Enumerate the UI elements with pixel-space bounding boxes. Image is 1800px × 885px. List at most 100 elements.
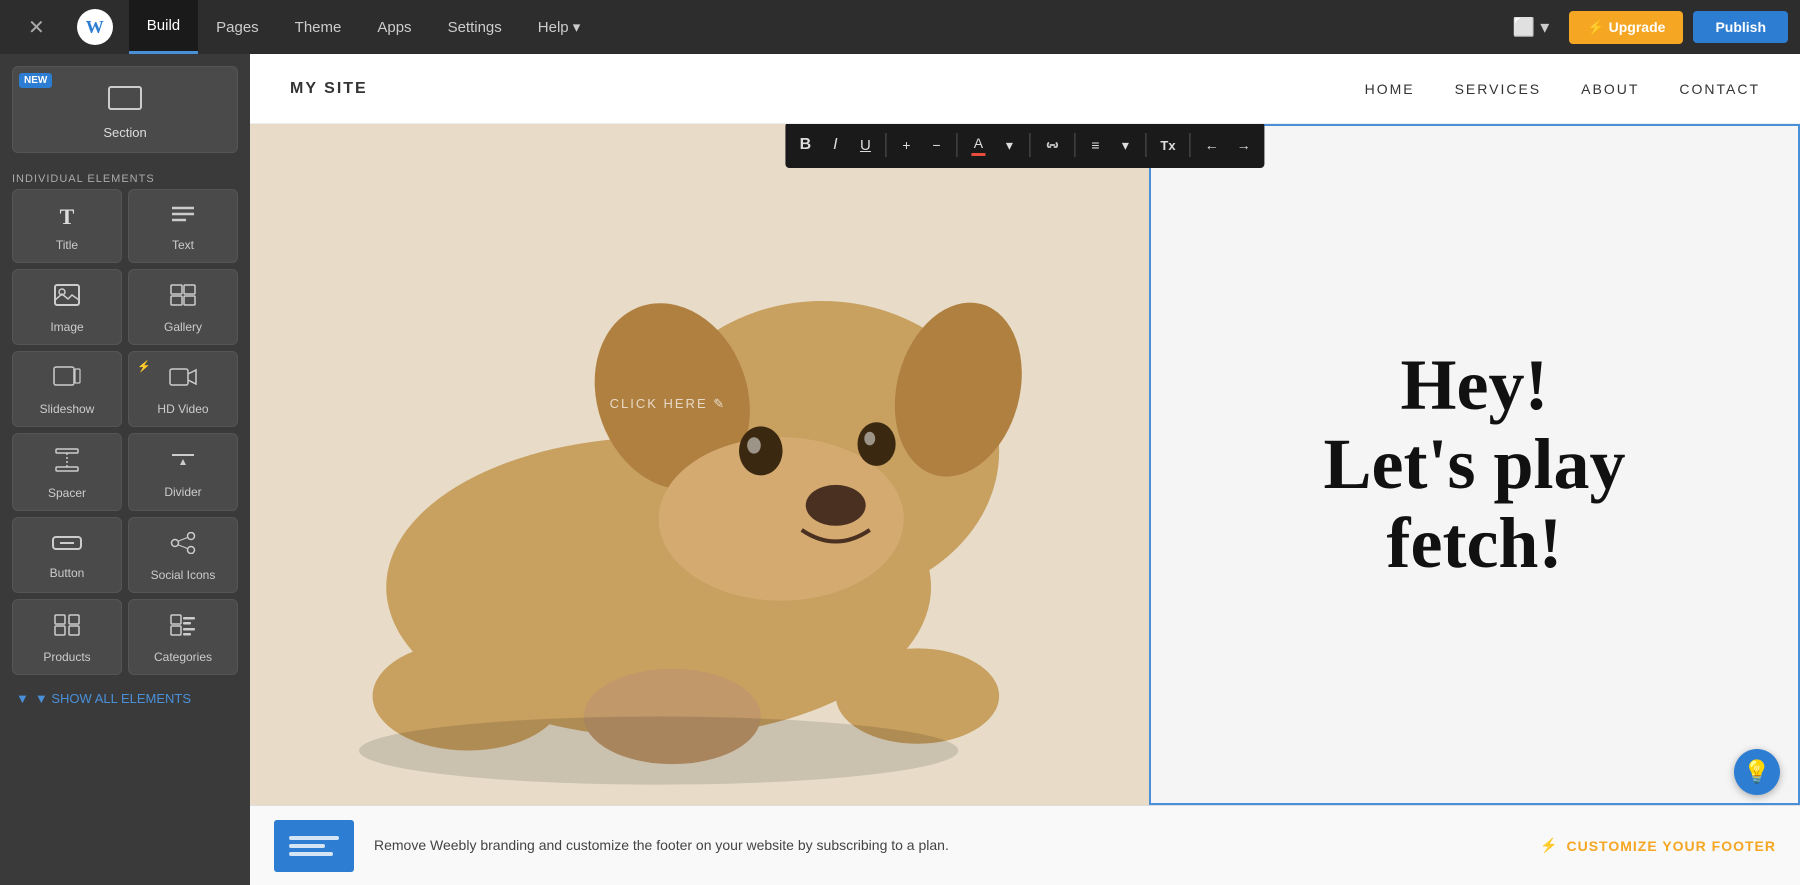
nav-build[interactable]: Build [129, 0, 198, 54]
canvas-wrapper: MY SITE HOME SERVICES ABOUT CONTACT B I … [250, 54, 1800, 885]
underline-button[interactable]: U [851, 129, 879, 161]
customize-lightning-icon: ⚡ [1540, 837, 1558, 854]
elements-grid: T Title Text [0, 189, 250, 683]
nav-home[interactable]: HOME [1365, 81, 1415, 97]
text-label: Text [172, 238, 194, 252]
categories-label: Categories [154, 650, 212, 664]
nav-pages[interactable]: Pages [198, 0, 277, 54]
undo-button[interactable]: ← [1197, 129, 1227, 161]
align-button[interactable]: ≡ [1081, 129, 1109, 161]
spacer-label: Spacer [48, 486, 86, 500]
sidebar-item-spacer[interactable]: Spacer [12, 433, 122, 511]
puppy-svg [250, 124, 1149, 805]
section-element[interactable]: NEW Section [12, 66, 238, 153]
italic-button[interactable]: I [821, 129, 849, 161]
nav-about[interactable]: ABOUT [1581, 81, 1639, 97]
link-button[interactable] [1036, 129, 1068, 161]
hero-image[interactable]: CLICK HERE ✎ [250, 124, 1149, 805]
sidebar-item-slideshow[interactable]: Slideshow [12, 351, 122, 427]
footer-preview-lines [289, 836, 339, 856]
color-dropdown-button[interactable]: ▾ [995, 129, 1023, 161]
socialicons-label: Social Icons [151, 568, 216, 582]
button-label: Button [50, 566, 85, 580]
products-icon [54, 614, 80, 642]
nav-apps[interactable]: Apps [359, 0, 429, 54]
hero-section[interactable]: B I U + − A ▾ [250, 124, 1800, 805]
sidebar: NEW Section INDIVIDUAL ELEMENTS T Title [0, 54, 250, 885]
sidebar-item-button[interactable]: Button [12, 517, 122, 593]
align-dropdown-button[interactable]: ▾ [1111, 129, 1139, 161]
site-nav: HOME SERVICES ABOUT CONTACT [1365, 81, 1760, 97]
bold-button[interactable]: B [791, 129, 819, 161]
section-label: Section [103, 125, 146, 140]
logo-icon: W [77, 9, 113, 45]
new-badge: NEW [19, 73, 52, 88]
color-letter: A [974, 135, 983, 151]
title-icon: T [60, 204, 75, 230]
toolbar-separator-3 [1029, 133, 1030, 157]
gallery-icon [170, 284, 196, 312]
close-button[interactable]: ✕ [12, 15, 61, 40]
title-label: Title [56, 238, 78, 252]
show-all-label: ▼ SHOW ALL ELEMENTS [35, 691, 191, 706]
sidebar-item-products[interactable]: Products [12, 599, 122, 675]
device-selector[interactable]: ⬜ ▾ [1503, 17, 1559, 38]
text-icon [170, 204, 196, 230]
sidebar-item-divider[interactable]: Divider [128, 433, 238, 511]
color-indicator [971, 153, 985, 156]
toolbar-separator-4 [1074, 133, 1075, 157]
products-label: Products [43, 650, 90, 664]
preview-line-2 [289, 844, 325, 848]
slideshow-label: Slideshow [40, 402, 95, 416]
categories-icon [170, 614, 196, 642]
help-icon: 💡 [1743, 759, 1770, 785]
hero-text-panel[interactable]: Hey!Let's playfetch! [1149, 124, 1800, 805]
footer-description: Remove Weebly branding and customize the… [374, 835, 1520, 856]
preview-line-1 [289, 836, 339, 840]
nav-settings[interactable]: Settings [430, 0, 520, 54]
decrease-size-button[interactable]: − [922, 129, 950, 161]
upgrade-button[interactable]: ⚡ Upgrade [1569, 11, 1683, 44]
publish-button[interactable]: Publish [1693, 11, 1788, 43]
nav-help[interactable]: Help ▾ [520, 0, 599, 54]
hero-heading: Hey!Let's playfetch! [1323, 346, 1625, 584]
elements-group-label: INDIVIDUAL ELEMENTS [0, 165, 250, 189]
sidebar-item-hdvideo[interactable]: ⚡ HD Video [128, 351, 238, 427]
sidebar-item-categories[interactable]: Categories [128, 599, 238, 675]
nav-theme[interactable]: Theme [277, 0, 360, 54]
format-toolbar: B I U + − A ▾ [785, 124, 1264, 168]
color-btn-inner: A [971, 135, 985, 156]
redo-button[interactable]: → [1229, 129, 1259, 161]
show-all-elements-button[interactable]: ▼ ▼ SHOW ALL ELEMENTS [0, 683, 250, 722]
show-all-chevron-icon: ▼ [16, 691, 29, 706]
nav-contact[interactable]: CONTACT [1679, 81, 1760, 97]
gallery-label: Gallery [164, 320, 202, 334]
top-navigation: ✕ W Build Pages Theme Apps Settings Help… [0, 0, 1800, 54]
hdvideo-icon [169, 366, 197, 394]
color-button[interactable]: A [963, 129, 993, 161]
canvas-area: MY SITE HOME SERVICES ABOUT CONTACT B I … [250, 54, 1800, 885]
toolbar-separator-2 [956, 133, 957, 157]
divider-label: Divider [164, 485, 201, 499]
help-fab-button[interactable]: 💡 [1734, 749, 1780, 795]
main-layout: NEW Section INDIVIDUAL ELEMENTS T Title [0, 54, 1800, 885]
button-icon [52, 534, 82, 558]
sidebar-item-image[interactable]: Image [12, 269, 122, 345]
customize-footer-button[interactable]: ⚡ CUSTOMIZE YOUR FOOTER [1540, 837, 1776, 854]
nav-services[interactable]: SERVICES [1455, 81, 1542, 97]
tx-button[interactable]: Tx [1152, 129, 1183, 161]
image-icon [54, 284, 80, 312]
sidebar-item-text[interactable]: Text [128, 189, 238, 263]
toolbar-separator-1 [885, 133, 886, 157]
sidebar-item-gallery[interactable]: Gallery [128, 269, 238, 345]
hdvideo-label: HD Video [157, 402, 208, 416]
sidebar-item-socialicons[interactable]: Social Icons [128, 517, 238, 593]
sidebar-item-title[interactable]: T Title [12, 189, 122, 263]
increase-size-button[interactable]: + [892, 129, 920, 161]
slideshow-icon [53, 366, 81, 394]
top-nav-right: ⬜ ▾ ⚡ Upgrade Publish [1503, 11, 1788, 44]
hero-text-content: Hey!Let's playfetch! [1293, 326, 1655, 604]
footer-description-text: Remove Weebly branding and customize the… [374, 835, 1520, 856]
divider-icon [170, 449, 196, 477]
toolbar-separator-6 [1190, 133, 1191, 157]
